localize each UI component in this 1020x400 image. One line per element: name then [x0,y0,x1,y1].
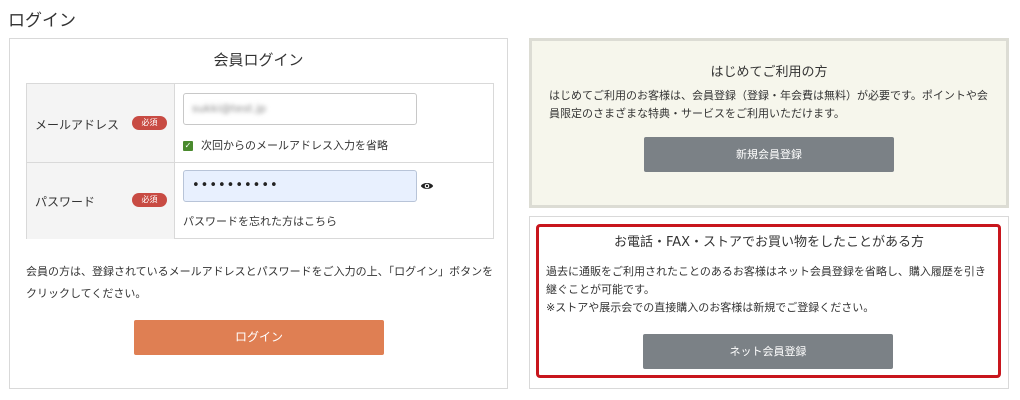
remember-email-option[interactable]: ✓ 次回からのメールアドレス入力を省略 [183,137,388,153]
phone-fax-text: 過去に通販をご利用されたことのあるお客様はネット会員登録を省略し、購入履歴を引き… [546,263,991,317]
first-time-heading: はじめてご利用の方 [710,65,828,80]
page-title: ログイン [8,11,76,31]
eye-icon[interactable] [420,179,434,193]
login-form: メールアドレス 必須 sukki@test.jp ✓ 次回からのメールアドレス入力… [26,83,494,239]
phone-fax-text-line1: 過去に通販をご利用されたことのあるお客様はネット会員登録を省略し、購入履歴を引き… [546,265,986,296]
remember-email-checkbox[interactable]: ✓ [183,141,193,151]
email-field[interactable]: sukki@test.jp [183,93,417,125]
member-login-panel: 会員ログイン メールアドレス 必須 sukki@test.jp ✓ 次回からのメー… [9,38,508,389]
first-time-panel: はじめてご利用の方 はじめてご利用のお客様は、会員登録（登録・年会費は無料）が必… [529,38,1009,208]
password-field[interactable]: •••••••••• [183,170,417,202]
remember-email-label: 次回からのメールアドレス入力を省略 [201,139,388,152]
required-badge: 必須 [132,193,167,207]
login-button[interactable]: ログイン [134,320,384,355]
email-label-cell: メールアドレス 必須 [27,84,175,162]
email-label: メールアドレス [35,118,120,132]
email-row: メールアドレス 必須 sukki@test.jp ✓ 次回からのメールアドレス入力… [27,84,493,163]
login-description: 会員の方は、登録されているメールアドレスとパスワードをご入力の上、「ログイン」ボ… [26,265,494,300]
email-value: sukki@test.jp [192,102,267,115]
first-time-text: はじめてご利用のお客様は、会員登録（登録・年会費は無料）が必要です。ポイントや会… [549,89,988,120]
phone-fax-heading: お電話・FAX・ストアでお買い物をしたことがある方 [613,235,925,250]
phone-fax-text-line2: ※ストアや展示会での直接購入のお客様は新規でご登録ください。 [546,301,875,314]
required-badge: 必須 [132,116,167,130]
net-member-register-button[interactable]: ネット会員登録 [643,334,893,369]
password-value: •••••••••• [192,178,279,193]
member-login-heading: 会員ログイン [213,51,304,69]
phone-fax-panel: お電話・FAX・ストアでお買い物をしたことがある方 過去に通販をご利用されたこと… [529,216,1009,389]
password-label-cell: パスワード 必須 [27,163,175,239]
forgot-password-link[interactable]: パスワードを忘れた方はこちら [183,213,337,229]
new-member-register-button[interactable]: 新規会員登録 [644,137,894,172]
password-label: パスワード [35,195,96,209]
password-row: パスワード 必須 •••••••••• パスワードを忘れた方はこちら [27,163,493,239]
